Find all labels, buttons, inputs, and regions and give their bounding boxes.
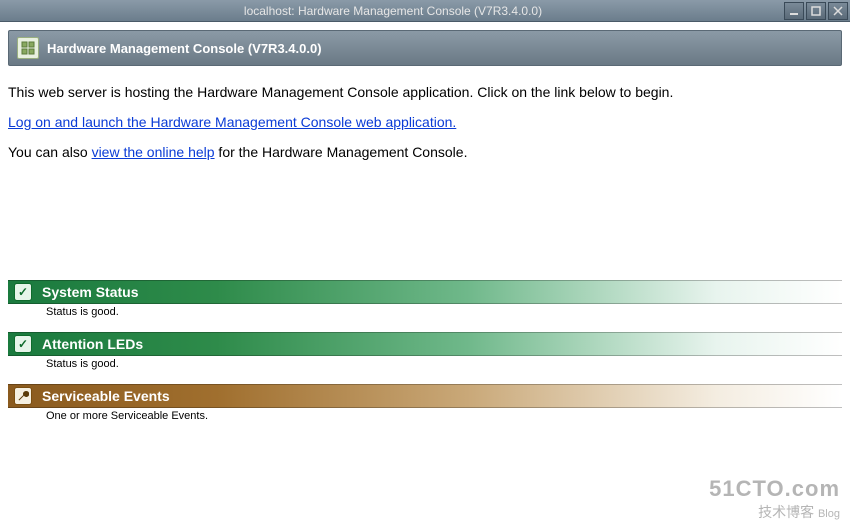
attention-leds-subtitle: Status is good.	[8, 356, 842, 370]
servers-icon	[17, 37, 39, 59]
page-header-title: Hardware Management Console (V7R3.4.0.0)	[47, 41, 322, 56]
help-prefix: You can also	[8, 144, 92, 160]
attention-leds-title: Attention LEDs	[42, 336, 143, 352]
attention-leds-bar[interactable]: ✓ Attention LEDs	[8, 332, 842, 356]
minimize-button[interactable]	[784, 2, 804, 20]
serviceable-events-bar[interactable]: Serviceable Events	[8, 384, 842, 408]
intro-text: This web server is hosting the Hardware …	[8, 84, 842, 100]
check-icon: ✓	[14, 283, 32, 301]
window-controls	[784, 2, 848, 20]
maximize-button[interactable]	[806, 2, 826, 20]
launch-link-row: Log on and launch the Hardware Managemen…	[8, 114, 842, 130]
system-status-subtitle: Status is good.	[8, 304, 842, 318]
page-content: Hardware Management Console (V7R3.4.0.0)…	[0, 22, 850, 444]
status-block-events: Serviceable Events One or more Serviceab…	[8, 384, 842, 422]
help-suffix: for the Hardware Management Console.	[215, 144, 468, 160]
status-block-leds: ✓ Attention LEDs Status is good.	[8, 332, 842, 370]
system-status-bar[interactable]: ✓ System Status	[8, 280, 842, 304]
launch-hmc-link[interactable]: Log on and launch the Hardware Managemen…	[8, 114, 456, 130]
serviceable-events-title: Serviceable Events	[42, 388, 170, 404]
serviceable-events-subtitle: One or more Serviceable Events.	[8, 408, 842, 422]
check-icon: ✓	[14, 335, 32, 353]
watermark: 51CTO.com 技术博客 Blog	[709, 476, 840, 522]
online-help-link[interactable]: view the online help	[92, 144, 215, 160]
close-button[interactable]	[828, 2, 848, 20]
help-row: You can also view the online help for th…	[8, 144, 842, 160]
page-header: Hardware Management Console (V7R3.4.0.0)	[8, 30, 842, 66]
watermark-line1: 51CTO.com	[709, 476, 840, 502]
watermark-line2: 技术博客 Blog	[709, 502, 840, 522]
wrench-icon	[14, 387, 32, 405]
system-status-title: System Status	[42, 284, 138, 300]
status-block-system: ✓ System Status Status is good.	[8, 280, 842, 318]
window-titlebar: localhost: Hardware Management Console (…	[0, 0, 850, 22]
window-title: localhost: Hardware Management Console (…	[2, 4, 784, 18]
